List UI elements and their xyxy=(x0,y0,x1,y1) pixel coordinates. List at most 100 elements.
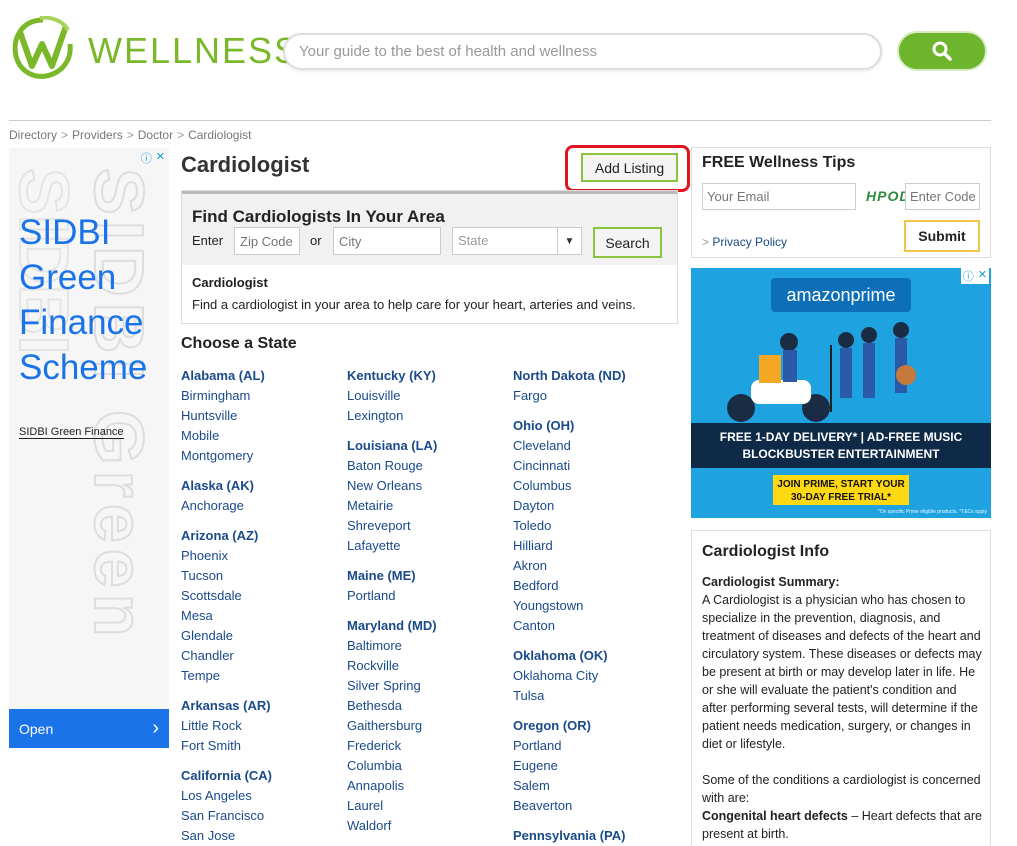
state-link[interactable]: Louisiana (LA) xyxy=(347,436,507,456)
ad-info-icon[interactable]: ⓘ xyxy=(141,150,152,166)
page-title: Cardiologist xyxy=(181,152,310,177)
city-link[interactable]: Louisville xyxy=(347,386,507,406)
breadcrumb-doctor[interactable]: Doctor xyxy=(138,128,173,142)
city-link[interactable]: Fort Smith xyxy=(181,736,341,756)
state-link[interactable]: Alaska (AK) xyxy=(181,476,341,496)
state-link[interactable]: California (CA) xyxy=(181,766,341,786)
ad-fine-print: *On specific Prime eligible products. *T… xyxy=(877,509,987,515)
city-link[interactable]: Hilliard xyxy=(513,536,673,556)
city-link[interactable]: New Orleans xyxy=(347,476,507,496)
site-search-button[interactable] xyxy=(897,31,987,71)
city-link[interactable]: Eugene xyxy=(513,756,673,776)
header-divider xyxy=(9,120,991,121)
ad-link[interactable]: SIDBI Green Finance xyxy=(19,426,124,439)
city-link[interactable]: Mesa xyxy=(181,606,341,626)
city-link[interactable]: Columbus xyxy=(513,476,673,496)
city-link[interactable]: Toledo xyxy=(513,516,673,536)
city-link[interactable]: Youngstown xyxy=(513,596,673,616)
city-link[interactable]: Chandler xyxy=(181,646,341,666)
city-link[interactable]: Scottsdale xyxy=(181,586,341,606)
city-link[interactable]: San Jose xyxy=(181,826,341,846)
city-link[interactable]: Lafayette xyxy=(347,536,507,556)
city-link[interactable]: Silver Spring xyxy=(347,676,507,696)
city-link[interactable]: Mobile xyxy=(181,426,341,446)
city-link[interactable]: Tucson xyxy=(181,566,341,586)
city-link[interactable]: Frederick xyxy=(347,736,507,756)
state-link[interactable]: Maine (ME) xyxy=(347,566,507,586)
city-link[interactable]: Little Rock xyxy=(181,716,341,736)
state-link[interactable]: Oklahoma (OK) xyxy=(513,646,673,666)
choose-state-heading: Choose a State xyxy=(181,335,297,352)
amazon-prime-ad[interactable]: ⓘ ✕ amazonprime FREE 1-DAY DELIVERY* | A… xyxy=(691,268,991,518)
ad-choices[interactable]: ⓘ ✕ xyxy=(141,150,165,166)
email-input[interactable] xyxy=(702,183,856,210)
ad-choices[interactable]: ⓘ ✕ xyxy=(960,268,989,284)
city-link[interactable]: Fargo xyxy=(513,386,673,406)
city-link[interactable]: Rockville xyxy=(347,656,507,676)
city-link[interactable]: Bedford xyxy=(513,576,673,596)
find-search-button[interactable]: Search xyxy=(593,227,662,258)
site-search-input[interactable] xyxy=(283,33,882,70)
city-link[interactable]: Annapolis xyxy=(347,776,507,796)
city-link[interactable]: Columbia xyxy=(347,756,507,776)
breadcrumb-directory[interactable]: Directory xyxy=(9,128,57,142)
city-link[interactable]: Cleveland xyxy=(513,436,673,456)
state-link[interactable]: Arizona (AZ) xyxy=(181,526,341,546)
city-link[interactable]: Baltimore xyxy=(347,636,507,656)
wellness-logo[interactable]: WELLNESS xyxy=(10,16,298,80)
city-link[interactable]: Gaithersburg xyxy=(347,716,507,736)
captcha-code-input[interactable] xyxy=(905,183,980,210)
privacy-policy-link[interactable]: > Privacy Policy xyxy=(702,235,787,249)
ad-info-icon[interactable]: ⓘ xyxy=(963,268,974,284)
city-link[interactable]: Bethesda xyxy=(347,696,507,716)
condition-label: Congenital heart defects xyxy=(702,809,848,823)
submit-button[interactable]: Submit xyxy=(904,220,980,252)
city-link[interactable]: Tulsa xyxy=(513,686,673,706)
ad-open-button[interactable]: Open › xyxy=(9,709,169,748)
city-link[interactable]: Portland xyxy=(347,586,507,606)
state-link[interactable]: Arkansas (AR) xyxy=(181,696,341,716)
city-link[interactable]: Salem xyxy=(513,776,673,796)
city-link[interactable]: Montgomery xyxy=(181,446,341,466)
state-link[interactable]: Pennsylvania (PA) xyxy=(513,826,673,846)
city-link[interactable]: Canton xyxy=(513,616,673,636)
state-select[interactable]: State ▼ xyxy=(452,227,582,255)
state-link[interactable]: Alabama (AL) xyxy=(181,366,341,386)
state-link[interactable]: Kentucky (KY) xyxy=(347,366,507,386)
left-ad-banner[interactable]: SIDBI Green SIDBI ⓘ ✕ SIDBI Green Financ… xyxy=(9,148,169,748)
city-link[interactable]: Baton Rouge xyxy=(347,456,507,476)
city-link[interactable]: Dayton xyxy=(513,496,673,516)
city-link[interactable]: San Francisco xyxy=(181,806,341,826)
zip-code-input[interactable] xyxy=(234,227,300,255)
city-input[interactable] xyxy=(333,227,441,255)
breadcrumb-providers[interactable]: Providers xyxy=(72,128,123,142)
city-link[interactable]: Waldorf xyxy=(347,816,507,836)
breadcrumb-current: Cardiologist xyxy=(188,128,252,142)
ad-cta-button[interactable]: JOIN PRIME, START YOUR 30-DAY FREE TRIAL… xyxy=(773,475,909,505)
ad-close-icon[interactable]: ✕ xyxy=(978,268,987,284)
city-link[interactable]: Akron xyxy=(513,556,673,576)
state-link[interactable]: North Dakota (ND) xyxy=(513,366,673,386)
city-link[interactable]: Los Angeles xyxy=(181,786,341,806)
city-link[interactable]: Tempe xyxy=(181,666,341,686)
state-link[interactable]: Maryland (MD) xyxy=(347,616,507,636)
city-link[interactable]: Birmingham xyxy=(181,386,341,406)
find-form: Find Cardiologists In Your Area Enter or… xyxy=(182,191,677,265)
city-link[interactable]: Anchorage xyxy=(181,496,341,516)
city-link[interactable]: Portland xyxy=(513,736,673,756)
city-link[interactable]: Glendale xyxy=(181,626,341,646)
enter-label: Enter xyxy=(192,233,224,248)
add-listing-button[interactable]: Add Listing xyxy=(581,153,678,182)
city-link[interactable]: Oklahoma City xyxy=(513,666,673,686)
city-link[interactable]: Beaverton xyxy=(513,796,673,816)
city-link[interactable]: Shreveport xyxy=(347,516,507,536)
city-link[interactable]: Huntsville xyxy=(181,406,341,426)
city-link[interactable]: Lexington xyxy=(347,406,507,426)
city-link[interactable]: Laurel xyxy=(347,796,507,816)
ad-close-icon[interactable]: ✕ xyxy=(156,150,165,166)
state-link[interactable]: Ohio (OH) xyxy=(513,416,673,436)
city-link[interactable]: Phoenix xyxy=(181,546,341,566)
city-link[interactable]: Metairie xyxy=(347,496,507,516)
city-link[interactable]: Cincinnati xyxy=(513,456,673,476)
state-link[interactable]: Oregon (OR) xyxy=(513,716,673,736)
